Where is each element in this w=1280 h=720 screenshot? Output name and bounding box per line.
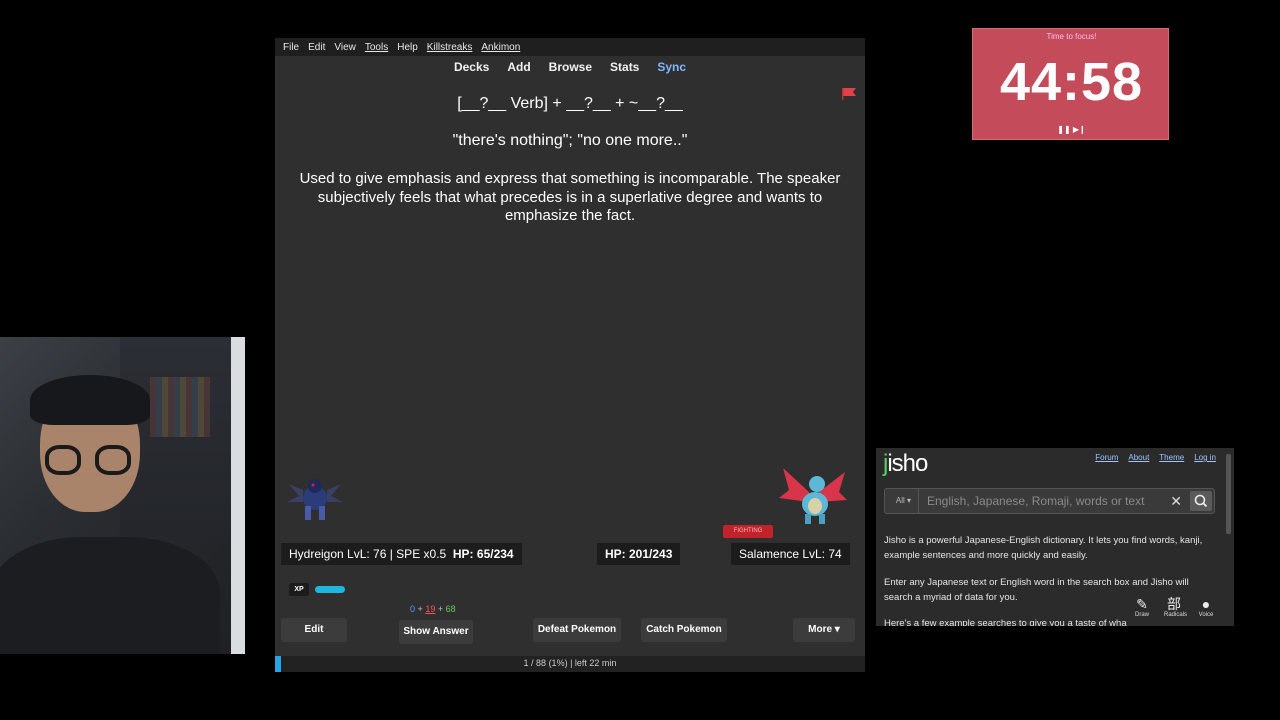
tab-sync[interactable]: Sync (657, 60, 686, 74)
jisho-input-tools: ✎ Draw 部 Radicals ● Voice (1132, 596, 1216, 618)
progress-footer: 1 / 88 (1%) | left 22 min (275, 656, 865, 672)
jisho-scrollbar[interactable] (1226, 454, 1231, 534)
enemy-pokemon-name: Salamence LvL: 74 (731, 543, 850, 565)
focus-timer: Time to focus! 44:58 ❚❚ ▶❙ (972, 28, 1169, 140)
menu-help[interactable]: Help (397, 42, 418, 53)
voice-tool[interactable]: ● Voice (1196, 596, 1216, 618)
jisho-intro-1: Jisho is a powerful Japanese-English dic… (884, 535, 1203, 561)
card-counts: 0 + 19 + 68 (410, 604, 456, 614)
tab-decks[interactable]: Decks (454, 60, 489, 74)
webcam-feed (0, 337, 245, 654)
enemy-hp: HP: 201/243 (597, 543, 681, 565)
menu-killstreaks[interactable]: Killstreaks (427, 42, 473, 53)
search-input[interactable]: English, Japanese, Romaji, words or text (927, 489, 1177, 513)
menu-ankimon[interactable]: Ankimon (481, 42, 520, 53)
jisho-logo[interactable]: jisho (883, 450, 928, 478)
link-forum[interactable]: Forum (1095, 453, 1118, 462)
tab-stats[interactable]: Stats (610, 60, 639, 74)
menu-file[interactable]: File (283, 42, 299, 53)
radicals-tool[interactable]: 部 Radicals (1164, 596, 1187, 618)
player-pokemon-status: Hydreigon LvL: 76 | SPE x0.5 HP: 65/234 (281, 543, 522, 565)
search-button[interactable] (1190, 491, 1212, 511)
clear-icon[interactable]: ✕ (1170, 489, 1182, 513)
new-count: 0 (410, 604, 416, 614)
menu-tools[interactable]: Tools (365, 42, 388, 53)
xp-label: XP (289, 583, 309, 596)
link-theme[interactable]: Theme (1159, 453, 1184, 462)
link-login[interactable]: Log in (1194, 453, 1216, 462)
webcam-books (150, 377, 210, 437)
menu-bar: File Edit View Tools Help Killstreaks An… (275, 38, 865, 56)
xp-bar (315, 586, 345, 593)
count-separator-1: + (417, 604, 423, 614)
catch-pokemon-button[interactable]: Catch Pokemon (641, 618, 727, 642)
progress-text: 1 / 88 (1%) | left 22 min (523, 658, 617, 668)
webcam-glasses-right (95, 445, 131, 475)
jisho-intro-3: Here's a few example searches to give yo… (884, 618, 1127, 626)
edit-button[interactable]: Edit (281, 618, 347, 642)
webcam-person-shirt (0, 537, 220, 654)
tab-add[interactable]: Add (507, 60, 530, 74)
radicals-icon: 部 (1167, 596, 1181, 612)
draw-tool[interactable]: ✎ Draw (1132, 596, 1152, 618)
webcam-window (231, 337, 245, 654)
webcam-person-hair (30, 375, 150, 425)
tab-browse[interactable]: Browse (549, 60, 592, 74)
card-pattern: [__?__ Verb] + __?__ + ~__?__ (457, 95, 683, 112)
jisho-search-box: All ▾ English, Japanese, Romaji, words o… (884, 488, 1215, 514)
learn-count: 19 (425, 604, 436, 614)
jisho-panel: jisho Forum About Theme Log in All ▾ Eng… (876, 448, 1234, 626)
menu-edit[interactable]: Edit (308, 42, 325, 53)
anki-window: File Edit View Tools Help Killstreaks An… (275, 38, 865, 672)
type-badge: FIGHTING (723, 525, 773, 538)
timer-display: 44:58 (999, 52, 1144, 112)
card-meaning: "there's nothing"; "no one more.." (452, 132, 688, 149)
more-button[interactable]: More ▾ (793, 618, 855, 642)
salamence-sprite-icon (779, 468, 847, 524)
review-count: 68 (445, 604, 456, 614)
webcam-glasses-left (45, 445, 81, 475)
timer-label: Time to focus! (1046, 32, 1097, 41)
card-explanation: Used to give emphasis and express that s… (299, 170, 841, 224)
hydreigon-sprite-icon (287, 479, 343, 520)
count-separator-2: + (437, 604, 444, 614)
pencil-icon: ✎ (1136, 596, 1148, 612)
search-icon (1194, 494, 1208, 508)
jisho-nav-links: Forum About Theme Log in (1095, 453, 1216, 462)
link-about[interactable]: About (1128, 453, 1149, 462)
microphone-icon: ● (1201, 596, 1211, 612)
defeat-pokemon-button[interactable]: Defeat Pokemon (533, 618, 621, 642)
search-scope-select[interactable]: All ▾ (889, 489, 919, 513)
menu-view[interactable]: View (334, 42, 356, 53)
show-answer-button[interactable]: Show Answer (399, 620, 473, 644)
player-hp: HP: 65/234 (452, 547, 514, 561)
timer-controls[interactable]: ❚❚ ▶❙ (973, 125, 1170, 134)
main-toolbar: Decks Add Browse Stats Sync (275, 56, 865, 78)
player-pokemon-name: Hydreigon LvL: 76 | SPE x0.5 (289, 547, 447, 561)
